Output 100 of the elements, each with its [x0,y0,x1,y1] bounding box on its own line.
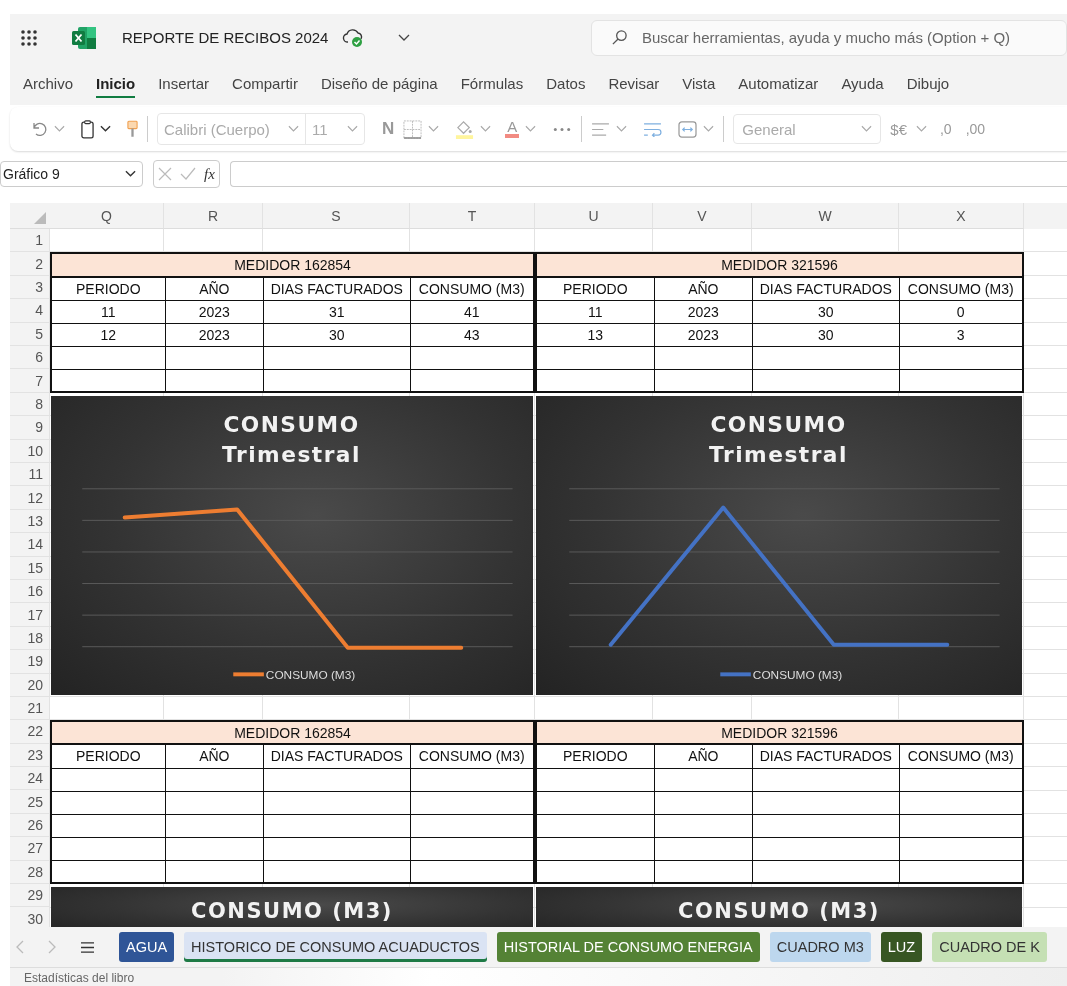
column-letter[interactable]: W [752,203,899,230]
row-number[interactable]: 21 [10,696,50,721]
row-number[interactable]: 6 [10,346,50,370]
sheet-tab[interactable]: HISTORIAL DE CONSUMO ENERGIA [496,932,760,963]
column-header: DIAS FACTURADOS [264,745,411,769]
chart-title: Trimestral [709,441,848,467]
sheet-tab[interactable]: AGUA [119,932,175,963]
row-number[interactable]: 4 [10,299,50,323]
document-title[interactable]: REPORTE DE RECIBOS 2024 [122,29,329,47]
column-letter[interactable]: U [535,203,653,230]
column-letter[interactable]: T [410,203,535,230]
wrap-text-icon[interactable] [643,121,663,137]
menu-tab[interactable]: Inicio [87,69,145,99]
chart-panel[interactable]: CONSUMO Trimestral CONSUMO (M3) [51,395,533,695]
undo-icon[interactable] [30,120,48,139]
chart-panel[interactable]: CONSUMO Trimestral CONSUMO (M3) [536,395,1022,695]
table-cell: 11 [537,300,655,324]
row-number[interactable]: 25 [10,790,50,814]
menu-tab[interactable]: Dibujo [897,69,959,99]
menu-tab[interactable]: Ayuda [832,69,893,99]
row-number[interactable]: 27 [10,837,50,861]
column-letter[interactable]: R [164,203,263,230]
meter-title: MEDIDOR 162854 [52,722,535,746]
menu-tab[interactable]: Fórmulas [451,69,533,99]
row-number[interactable]: 18 [10,626,50,651]
menu-tab[interactable]: Revisar [599,69,669,99]
next-sheet-icon[interactable] [48,940,56,955]
menu-icon[interactable] [80,940,95,954]
row-number[interactable]: 28 [10,860,50,885]
row-number[interactable]: 10 [10,439,50,463]
menu-tab[interactable]: Insertar [149,69,219,99]
status-text[interactable]: Estadísticas del libro [24,971,135,986]
row-number[interactable]: 26 [10,813,50,838]
format-painter-icon[interactable] [127,119,138,139]
menu-tab[interactable]: Vista [673,69,725,99]
row-number[interactable]: 30 [10,907,50,928]
merge-cells-icon[interactable] [678,120,698,138]
row-number[interactable]: 29 [10,884,50,908]
chevron-down-icon[interactable] [100,125,111,134]
formula-input[interactable] [229,161,1067,188]
row-number[interactable]: 24 [10,767,50,791]
chart-panel[interactable]: CONSUMO (M3) [536,887,1022,928]
chart-title: CONSUMO [223,411,360,437]
row-number[interactable]: 7 [10,369,50,393]
legend-label: CONSUMO (M3) [752,668,843,683]
column-letter[interactable]: Q [50,203,164,230]
row-number[interactable]: 16 [10,579,50,604]
row-number[interactable]: 8 [10,392,50,417]
insert-function-button[interactable]: fx [204,165,215,183]
align-left-icon[interactable] [591,121,611,137]
search-field[interactable]: Buscar herramientas, ayuda y mucho más (Option + Q) [591,19,1067,56]
chevron-down-icon [125,170,136,179]
spreadsheet-logo-icon[interactable] [72,26,96,49]
menu-tab[interactable]: Archivo [14,69,83,99]
column-header: DIAS FACTURADOS [264,277,411,301]
row-number[interactable]: 11 [10,463,50,487]
row-number[interactable]: 14 [10,533,50,557]
menu-tab[interactable]: Automatizar [729,69,828,99]
row-number[interactable]: 23 [10,743,50,768]
meter-title: MEDIDOR 162854 [52,254,535,278]
sheet-tab[interactable]: HISTORICO DE CONSUMO ACUADUCTOS [184,932,487,963]
row-number[interactable]: 20 [10,673,50,697]
select-all-icon[interactable] [34,212,46,225]
previous-sheet-icon[interactable] [16,940,24,955]
row-number[interactable]: 2 [10,252,50,276]
clipboard-icon[interactable] [81,119,94,139]
chevron-down-icon[interactable] [398,33,411,42]
column-header: CONSUMO (M3) [899,745,1024,769]
app-launcher-icon[interactable] [20,28,38,47]
row-number[interactable]: 17 [10,603,50,627]
check-icon[interactable] [180,167,196,182]
menu-tab[interactable]: Diseño de página [311,69,447,99]
row-number[interactable]: 1 [10,229,50,253]
row-number[interactable]: 15 [10,556,50,580]
column-header: DIAS FACTURADOS [753,745,900,769]
row-number[interactable]: 13 [10,509,50,534]
more-options-icon[interactable] [552,126,573,132]
row-number[interactable]: 22 [10,720,50,744]
menu-tab[interactable]: Compartir [223,69,307,99]
borders-icon[interactable] [403,119,423,139]
row-number[interactable]: 3 [10,275,50,300]
menu-tab[interactable]: Datos [537,69,595,99]
fill-color-icon[interactable] [455,119,475,139]
row-number[interactable]: 19 [10,650,50,674]
column-letter[interactable]: S [263,203,410,230]
name-box[interactable]: Gráfico 9 [0,161,143,188]
column-letter[interactable]: X [899,203,1024,230]
sheet-tab[interactable]: CUADRO DE K [932,932,1047,963]
cancel-icon[interactable] [158,167,172,182]
table-cell: 2023 [654,300,754,324]
table-cell: 30 [264,323,411,347]
sheet-tab[interactable]: LUZ [880,932,923,963]
row-number[interactable]: 9 [10,416,50,440]
column-header: CONSUMO (M3) [899,277,1024,301]
row-number[interactable]: 5 [10,322,50,347]
column-letter[interactable]: V [653,203,752,230]
chart-title: CONSUMO (M3) [191,899,393,926]
chart-panel[interactable]: CONSUMO (M3) [51,887,533,928]
sheet-tab[interactable]: CUADRO M3 [769,932,871,963]
row-number[interactable]: 12 [10,486,50,510]
